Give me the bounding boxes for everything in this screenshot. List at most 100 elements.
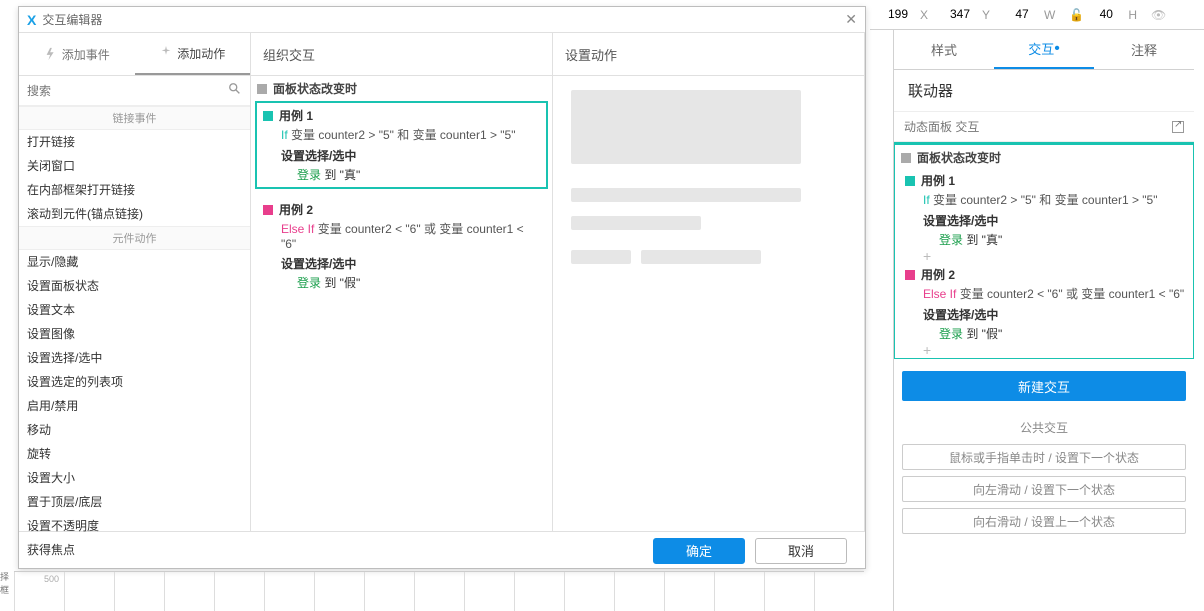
list-item[interactable]: 启用/禁用 [19,394,250,418]
tab-add-event-label: 添加事件 [62,46,110,63]
list-item[interactable]: 获得焦点 [19,538,250,562]
placeholder-line [571,216,701,230]
tab-add-event[interactable]: 添加事件 [19,33,135,75]
case-2-title: 用例 2 [279,201,313,218]
search-icon[interactable] [228,82,242,99]
tab-add-action-label: 添加动作 [177,45,225,62]
case-1-title: 用例 1 [279,107,313,124]
placeholder-chip [641,250,761,264]
widget-type-row: 动态面板 交互 [894,112,1194,142]
pos-w-input[interactable] [1004,7,1040,22]
dialog-titlebar: X 交互编辑器 ✕ [19,7,865,33]
tab-add-action[interactable]: 添加动作 [135,33,251,75]
placeholder-box [571,90,801,164]
inspector-panel: 样式 交互• 注释 联动器 动态面板 交互 面板状态改变时 用例 1 If 变量… [893,30,1194,611]
list-item[interactable]: 设置不透明度 [19,514,250,538]
pos-h-label: H [1128,8,1137,22]
collapse-icon [901,153,911,163]
quick-interaction-button[interactable]: 向右滑动 / 设置上一个状态 [902,508,1186,534]
case-1-action-line: 登录 到 "真" [905,231,1193,248]
event-header[interactable]: 面板状态改变时 [251,76,552,101]
case-2[interactable]: 用例 2 Else If 变量 counter2 < "6" 或 变量 coun… [255,195,548,297]
case-1[interactable]: 用例 1 If 变量 counter2 > "5" 和 变量 counter1 … [895,170,1193,264]
quick-interaction-button[interactable]: 向左滑动 / 设置下一个状态 [902,476,1186,502]
event-header[interactable]: 面板状态改变时 [895,145,1193,170]
expand-editor-icon[interactable] [1172,121,1184,133]
lightning-icon [44,47,58,61]
case-2-condition: Else If 变量 counter2 < "6" 或 变量 counter1 … [905,285,1193,302]
collapse-case-icon [905,270,915,280]
pos-x-input[interactable] [880,7,916,22]
tab-notes[interactable]: 注释 [1094,30,1194,69]
list-item[interactable]: 移动 [19,418,250,442]
dialog-title: 交互编辑器 [42,11,102,28]
case-1-condition: If 变量 counter2 > "5" 和 变量 counter1 > "5" [905,191,1193,208]
new-interaction-button[interactable]: 新建交互 [902,371,1186,401]
interaction-editor-dialog: X 交互编辑器 ✕ 添加事件 添加动作 [18,6,866,569]
add-action-icon[interactable]: + [905,344,1193,356]
quick-interaction-button[interactable]: 鼠标或手指单击时 / 设置下一个状态 [902,444,1186,470]
list-item[interactable]: 设置文本 [19,298,250,322]
list-item[interactable]: 在内部框架打开链接 [19,178,250,202]
public-interactions-header: 公共交互 [894,419,1194,436]
position-readout: X Y W 🔓 H 👁 [870,0,1204,30]
settings-header: 设置动作 [553,33,864,76]
left-ruler-stub: 择框 [0,570,14,582]
axure-logo-icon: X [27,12,36,28]
pos-w-label: W [1044,8,1055,22]
pos-y-input[interactable] [942,7,978,22]
widget-name[interactable]: 联动器 [894,70,1194,112]
search-input[interactable] [27,84,228,98]
visibility-icon[interactable]: 👁 [1151,8,1166,22]
list-item[interactable]: 滚动到元件(锚点链接) [19,202,250,226]
widget-type-label: 动态面板 交互 [904,118,979,135]
ok-button[interactable]: 确定 [653,538,745,564]
collapse-case-icon [905,176,915,186]
inspector-tabs: 样式 交互• 注释 [894,30,1194,70]
case-2-condition: Else If 变量 counter2 < "6" 或 变量 counter1 … [263,220,540,251]
list-item[interactable]: 设置图像 [19,322,250,346]
collapse-case-icon [263,205,273,215]
settings-column: 设置动作 [553,33,865,531]
case-2-action-line: 登录 到 "假" [263,274,540,291]
event-title: 面板状态改变时 [917,149,1001,166]
placeholder-line [571,188,801,202]
event-title: 面板状态改变时 [273,80,357,97]
list-item[interactable]: 关闭窗口 [19,154,250,178]
list-item[interactable]: 设置选定的列表项 [19,370,250,394]
group-link-header: 链接事件 [19,106,250,130]
interaction-tree: 面板状态改变时 用例 1 If 变量 counter2 > "5" 和 变量 c… [894,142,1194,359]
organize-header: 组织交互 [251,33,552,76]
horizontal-ruler: 500 [14,571,864,611]
sparkle-icon [159,46,173,60]
case-1-action: 设置选择/选中 [905,212,1193,229]
case-1[interactable]: 用例 1 If 变量 counter2 > "5" 和 变量 counter1 … [255,101,548,189]
tab-style[interactable]: 样式 [894,30,994,69]
lock-icon[interactable]: 🔓 [1069,8,1084,22]
list-item[interactable]: 设置面板状态 [19,274,250,298]
close-icon[interactable]: ✕ [845,11,857,28]
action-list: 链接事件 打开链接关闭窗口在内部框架打开链接滚动到元件(锚点链接) 元件动作 显… [19,106,250,562]
case-2-action: 设置选择/选中 [905,306,1193,323]
collapse-case-icon [263,111,273,121]
list-item[interactable]: 打开链接 [19,130,250,154]
tab-interactions[interactable]: 交互• [994,30,1094,69]
case-1-action-line: 登录 到 "真" [263,166,540,183]
list-item[interactable]: 置于顶层/底层 [19,490,250,514]
organize-column: 组织交互 面板状态改变时 用例 1 If 变量 counter2 > "5" 和… [251,33,553,531]
list-item[interactable]: 旋转 [19,442,250,466]
list-item[interactable]: 设置大小 [19,466,250,490]
collapse-icon [257,84,267,94]
left-column: 添加事件 添加动作 链接事件 打开链接关闭窗口在内部框架打开链接滚动到元件(锚点… [19,33,251,531]
case-2-action: 设置选择/选中 [263,255,540,272]
cancel-button[interactable]: 取消 [755,538,847,564]
pos-y-label: Y [982,8,990,22]
pos-h-input[interactable] [1088,7,1124,22]
case-2[interactable]: 用例 2 Else If 变量 counter2 < "6" 或 变量 coun… [895,264,1193,358]
placeholder-chip [571,250,631,264]
list-item[interactable]: 设置选择/选中 [19,346,250,370]
pos-x-label: X [920,8,928,22]
ruler-tick: 500 [44,574,59,584]
add-action-icon[interactable]: + [905,250,1193,262]
list-item[interactable]: 显示/隐藏 [19,250,250,274]
